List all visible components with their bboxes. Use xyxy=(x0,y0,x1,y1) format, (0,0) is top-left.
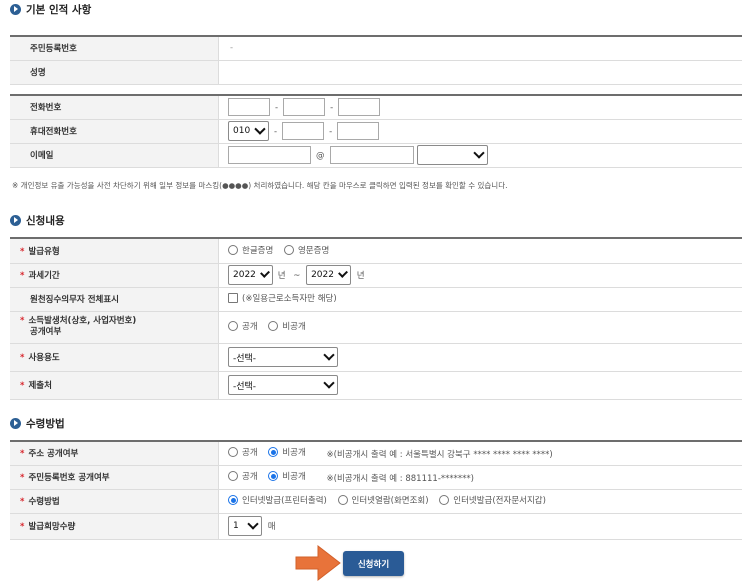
purpose-label: * 사용용도 xyxy=(10,343,219,372)
address-private-radio[interactable]: 비공개 xyxy=(268,446,306,458)
chevron-down-icon xyxy=(247,518,259,530)
phone-part-2-input[interactable] xyxy=(283,98,326,117)
withholding-checkbox[interactable]: (※일용근로소득자만 해당) xyxy=(228,292,337,304)
address-public-radio[interactable]: 공개 xyxy=(228,446,258,458)
masking-notice: ※ 개인정보 유출 가능성을 사전 차단하기 위해 일부 정보를 마스킹(●●●… xyxy=(12,181,508,190)
issue-type-options: 한글증명 영문증명 xyxy=(218,238,742,264)
mobile-prefix-select[interactable]: 010 xyxy=(228,121,269,141)
email-domain-input[interactable] xyxy=(329,146,414,164)
issue-type-korean-radio[interactable]: 한글증명 xyxy=(228,244,273,256)
phone-fields: -- xyxy=(218,95,742,120)
email-domain-select[interactable] xyxy=(417,145,489,165)
issue-type-english-radio[interactable]: 영문증명 xyxy=(283,244,329,256)
resident-no-label: 주민등록번호 xyxy=(10,36,219,61)
tax-period-fields: 2022 년 ~ 2022 년 xyxy=(218,263,742,288)
phone-part-3-input[interactable] xyxy=(338,98,381,117)
basic-info-table-1: 주민등록번호 - 성명 xyxy=(10,35,742,85)
address-note: ※(비공개시 출력 예 : 서울특별시 강북구 **** **** **** *… xyxy=(326,450,553,461)
name-value xyxy=(218,60,742,85)
submit-to-label: * 제출처 xyxy=(10,371,219,400)
issue-type-label: * 발급유형 xyxy=(10,238,219,264)
chevron-down-icon xyxy=(323,377,335,389)
withholding-field: (※일용근로소득자만 해당) xyxy=(218,287,742,312)
name-label: 성명 xyxy=(10,60,219,85)
mobile-part-2-input[interactable] xyxy=(282,122,325,140)
copies-select[interactable]: 1 xyxy=(228,516,262,536)
resident-no-value: - xyxy=(218,36,742,61)
income-payer-label: * 소득발생처(상호, 사업자번호) 공개여부 xyxy=(10,311,219,344)
income-payer-options: 공개 비공개 xyxy=(218,311,742,344)
chevron-down-icon xyxy=(323,349,335,361)
chevron-down-icon xyxy=(254,123,266,135)
bullet-arrow-icon xyxy=(10,3,21,15)
receipt-method-label: * 수령방법 xyxy=(10,489,219,514)
section-title-request: 신청내용 xyxy=(10,211,65,229)
receipt-method-options: 인터넷발급(프린터출력) 인터넷열람(화면조회) 인터넷발급(전자문서지갑) xyxy=(218,489,742,514)
resident-disclose-label: * 주민등록번호 공개여부 xyxy=(10,465,219,490)
email-label: 이메일 xyxy=(10,143,219,168)
method-wallet-radio[interactable]: 인터넷발급(전자문서지갑) xyxy=(439,494,546,506)
income-payer-public-radio[interactable]: 공개 xyxy=(228,320,258,332)
bullet-arrow-icon xyxy=(10,214,21,226)
email-id-input[interactable] xyxy=(228,146,311,164)
submit-to-field: -선택- xyxy=(218,371,742,400)
year-to-select[interactable]: 2022 xyxy=(306,265,352,285)
address-disclose-options: 공개 비공개 ※(비공개시 출력 예 : 서울특별시 강북구 **** ****… xyxy=(218,441,742,466)
tax-period-label: * 과세기간 xyxy=(10,263,219,288)
submit-to-select[interactable]: -선택- xyxy=(228,375,338,395)
chevron-down-icon xyxy=(473,147,485,159)
section-title-receipt: 수령방법 xyxy=(10,414,65,432)
income-payer-private-radio[interactable]: 비공개 xyxy=(268,320,306,332)
year-from-select[interactable]: 2022 xyxy=(228,265,273,285)
mobile-part-3-input[interactable] xyxy=(337,122,380,140)
receipt-table: * 주소 공개여부 공개 비공개 ※(비공개시 출력 예 : 서울특별시 강북구 … xyxy=(10,440,742,540)
purpose-select[interactable]: -선택- xyxy=(228,347,338,367)
mobile-label: 휴대전화번호 xyxy=(10,119,219,144)
purpose-field: -선택- xyxy=(218,343,742,372)
withholding-label: 원천징수의무자 전체표시 xyxy=(10,287,219,312)
method-print-radio[interactable]: 인터넷발급(프린터출력) xyxy=(228,494,327,506)
request-table: * 발급유형 한글증명 영문증명 * 과세기간 2022 년 ~ 2022 년 원천… xyxy=(10,237,742,400)
phone-part-1-input[interactable] xyxy=(228,98,270,117)
phone-label: 전화번호 xyxy=(10,95,219,120)
basic-info-table-2: 전화번호 -- 휴대전화번호 010- - 이메일 @ xyxy=(10,94,742,168)
section-title-basic: 기본 인적 사항 xyxy=(10,0,91,18)
copies-label: * 발급희망수량 xyxy=(10,513,219,540)
address-disclose-label: * 주소 공개여부 xyxy=(10,441,219,466)
submit-button[interactable]: 신청하기 xyxy=(343,551,404,576)
chevron-down-icon xyxy=(338,268,348,278)
email-fields: @ xyxy=(218,143,742,168)
resident-private-radio[interactable]: 비공개 xyxy=(268,470,306,482)
method-view-radio[interactable]: 인터넷열람(화면조회) xyxy=(337,494,429,506)
resident-public-radio[interactable]: 공개 xyxy=(228,470,258,482)
resident-note: ※(비공개시 출력 예 : 881111-*******) xyxy=(326,474,474,484)
copies-field: 1 매 xyxy=(218,513,742,540)
resident-disclose-options: 공개 비공개 ※(비공개시 출력 예 : 881111-*******) xyxy=(218,465,742,490)
bullet-arrow-icon xyxy=(10,417,21,429)
chevron-down-icon xyxy=(259,268,270,278)
mobile-fields: 010- - xyxy=(218,119,742,144)
arrow-right-icon xyxy=(295,544,341,582)
